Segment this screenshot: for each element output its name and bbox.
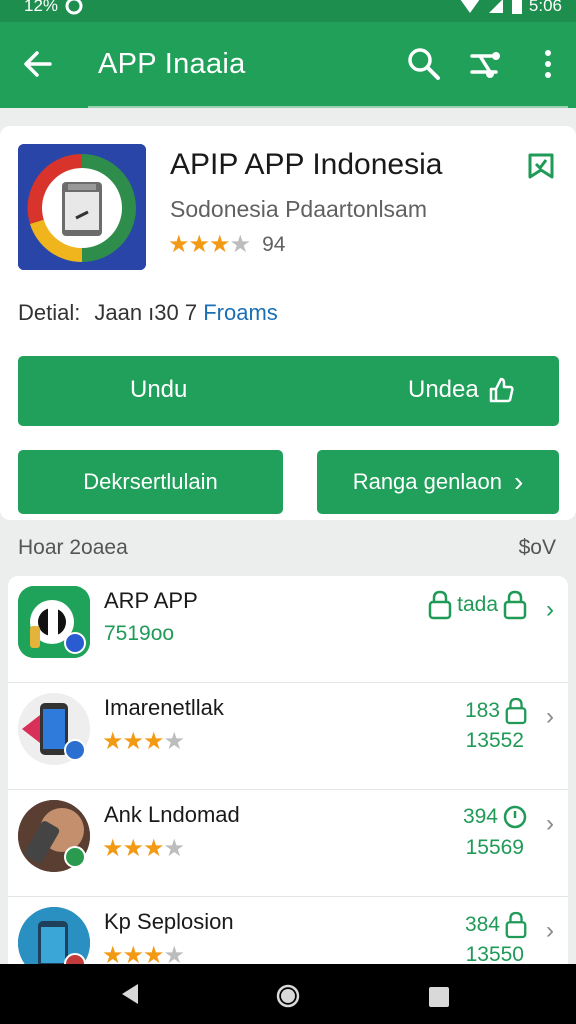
- detail-label: Detial:: [18, 300, 81, 325]
- list-item-meta-text: 394: [462, 805, 498, 828]
- home-nav-icon[interactable]: [276, 984, 300, 1008]
- list-item-meta-text: tada: [457, 593, 498, 616]
- chevron-right-icon[interactable]: ›: [546, 596, 554, 624]
- related-apps-list: ARP APP 7519oo tada › Imarenetllak ★★★★ …: [8, 576, 568, 976]
- thumbs-up-icon: [489, 377, 514, 403]
- list-item-meta-text: 384: [464, 913, 500, 936]
- app-detail-card: APIP APP Indonesia Sodonesia Pdaartonlsa…: [0, 126, 576, 520]
- back-arrow-icon[interactable]: [20, 44, 56, 84]
- star-icon: ★★★: [102, 835, 165, 862]
- app-publisher[interactable]: Sodonesia Pdaartonlsam: [170, 196, 427, 223]
- detail-link[interactable]: Froams: [203, 300, 278, 325]
- list-item-subtitle: 7519oo: [104, 622, 175, 645]
- app-bar-divider: [88, 106, 568, 108]
- more-vert-icon[interactable]: [528, 44, 568, 84]
- lock-icon: [505, 911, 527, 939]
- wifi-icon: [460, 0, 480, 13]
- detail-line: Detial: Jaan ı30 7 Froams: [18, 300, 278, 326]
- app-bar: APP Inaaia: [0, 22, 576, 108]
- app-rating: ★★★★ 94: [168, 230, 285, 259]
- list-item-name: ARP APP: [104, 588, 198, 613]
- description-button-label: Dekrsertlulain: [83, 469, 218, 494]
- share-icon[interactable]: [466, 44, 506, 84]
- badge-icon: [64, 739, 86, 761]
- signal-icon: [488, 0, 503, 13]
- list-item-name: Kp Seplosion: [104, 909, 234, 934]
- list-item-meta: tada: [427, 590, 528, 620]
- chevron-right-icon: ›: [513, 466, 524, 497]
- list-item-meta: 394: [463, 804, 528, 830]
- battery-icon: [511, 0, 522, 14]
- more-info-button-label: Ranga genlaon: [352, 469, 502, 494]
- list-item[interactable]: ARP APP 7519oo tada ›: [8, 576, 568, 683]
- half-star-icon: ★: [163, 835, 185, 862]
- list-item[interactable]: Imarenetllak ★★★★ 183 13552 ›: [8, 683, 568, 790]
- half-star-icon: ★: [163, 728, 185, 755]
- list-item-meta: 384: [465, 911, 528, 939]
- badge-icon: [64, 846, 86, 868]
- chevron-right-icon[interactable]: ›: [546, 703, 554, 731]
- app-name: APIP APP Indonesia: [170, 148, 443, 181]
- rating-stars: ★★★★: [168, 230, 251, 259]
- description-button[interactable]: Dekrsertlulain: [18, 450, 283, 514]
- app-logo-icon: [18, 144, 146, 270]
- list-item-meta-text: 183: [464, 699, 500, 722]
- list-item-name: Imarenetllak: [104, 695, 224, 720]
- section-title: Hoar 2oaea: [18, 536, 128, 559]
- install-button-label: Undu: [130, 376, 188, 403]
- list-item-rating: ★★★★: [102, 834, 185, 863]
- star-icon: ★★★: [102, 728, 165, 755]
- list-item-meta-secondary: 13552: [465, 729, 524, 752]
- star-icon: ★★★: [168, 231, 231, 258]
- list-item-meta: 183: [465, 697, 528, 725]
- system-nav-bar: [0, 964, 576, 1024]
- lock-icon: [505, 697, 527, 725]
- notification-icon: [65, 0, 83, 15]
- search-icon[interactable]: [404, 44, 444, 84]
- more-info-button[interactable]: Ranga genlaon ›: [317, 450, 559, 514]
- badge-icon: [64, 632, 86, 654]
- lock-icon: [428, 590, 452, 620]
- install-button[interactable]: Undu Undea: [18, 356, 559, 426]
- detail-value: Jaan ı30 7: [94, 300, 198, 325]
- chevron-right-icon[interactable]: ›: [546, 917, 554, 945]
- back-nav-icon[interactable]: [118, 982, 140, 1006]
- list-item-name: Ank Lndomad: [104, 802, 240, 827]
- status-right: 5:06: [459, 0, 562, 16]
- app-bar-title: APP Inaaia: [98, 48, 246, 80]
- download-label: Undea: [408, 376, 479, 403]
- clock-icon: [503, 805, 527, 829]
- rating-count: 94: [262, 232, 286, 256]
- status-left: 12%: [24, 0, 84, 16]
- download-action: Undea: [408, 376, 515, 404]
- recents-nav-icon[interactable]: [428, 986, 450, 1008]
- list-item[interactable]: Ank Lndomad ★★★★ 394 15569 ›: [8, 790, 568, 897]
- clock-time: 5:06: [528, 0, 562, 15]
- battery-percent: 12%: [24, 0, 59, 15]
- section-more-link[interactable]: $oV: [519, 536, 556, 560]
- list-item-meta-secondary: 15569: [465, 836, 524, 859]
- chevron-right-icon[interactable]: ›: [546, 810, 554, 838]
- bookmark-icon[interactable]: [524, 150, 558, 184]
- half-star-icon: ★: [229, 231, 251, 258]
- lock-icon: [503, 590, 527, 620]
- list-item-rating: ★★★★: [102, 727, 185, 756]
- status-bar: 12% 5:06: [0, 0, 576, 22]
